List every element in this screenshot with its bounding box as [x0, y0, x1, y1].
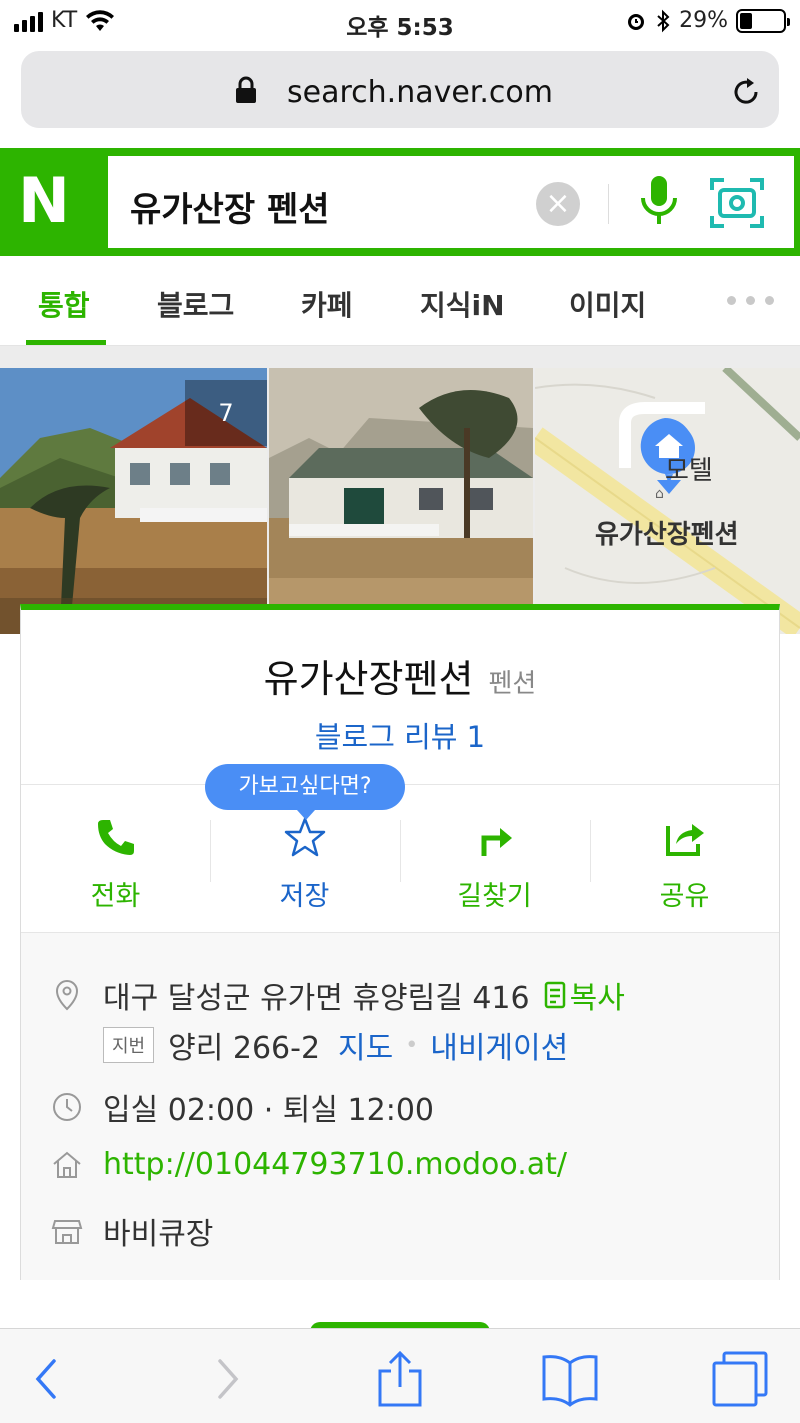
map-label-motel: 모텔 [665, 456, 713, 486]
save-tooltip[interactable]: 가보고싶다면? [205, 764, 405, 820]
jibun-badge: 지번 [103, 1027, 155, 1063]
naver-search-header: N 유가산장 펜션 × [0, 148, 800, 256]
back-arrow-icon[interactable] [18, 1349, 78, 1409]
battery-percent: 29% [679, 8, 728, 33]
url-value: search.naver.com [287, 75, 553, 110]
bluetooth-icon [657, 9, 670, 32]
reload-icon[interactable] [729, 75, 763, 109]
alarm-icon [628, 13, 645, 30]
call-button[interactable]: 전화 [21, 790, 210, 930]
directions-label: 길찾기 [457, 881, 532, 912]
amenity-text: 바비큐장 [103, 1217, 214, 1252]
svg-text:⌂: ⌂ [655, 486, 664, 502]
bookmarks-icon[interactable] [540, 1349, 600, 1409]
store-icon [51, 1220, 83, 1244]
tab-image[interactable]: 이미지 [569, 284, 646, 324]
action-bar: 전화 저장 길찾기 공유 [21, 790, 779, 930]
tab-cafe[interactable]: 카페 [301, 284, 353, 324]
clock-icon [53, 1093, 81, 1121]
amenity-row: 바비큐장 [51, 1209, 213, 1253]
share-sheet-icon[interactable] [370, 1349, 430, 1409]
browser-address-area: search.naver.com [0, 44, 800, 148]
address-bar[interactable]: search.naver.com [21, 51, 779, 128]
place-name[interactable]: 유가산장펜션 [264, 657, 474, 701]
pension-photo-image [269, 368, 533, 634]
clear-search-button[interactable]: × [536, 182, 580, 226]
share-icon [666, 824, 704, 856]
road-address: 대구 달성군 유가면 휴양림길 416 [103, 981, 530, 1016]
search-tabs: 통합 블로그 카페 지식iN 이미지 [0, 256, 800, 346]
url-text: search.naver.com [21, 75, 779, 110]
active-tab-indicator [26, 340, 106, 345]
battery-icon [736, 8, 790, 33]
copy-address-button[interactable]: 복사 [544, 973, 625, 1017]
copy-label: 복사 [569, 981, 625, 1016]
place-card: 유가산장펜션 펜션 블로그 리뷰 1 전화 저장 길찾기 공유 가보고싶다면? … [20, 604, 780, 1280]
jibun-row: 지번 양리 266-2 지도 • 내비게이션 [103, 1023, 568, 1067]
browser-toolbar [0, 1328, 800, 1423]
jibun-address: 양리 266-2 [168, 1031, 321, 1066]
hours-row: 입실 02:00 · 퇴실 12:00 [51, 1085, 434, 1129]
share-label: 공유 [659, 881, 710, 912]
check-in-out-hours: 입실 02:00 · 퇴실 12:00 [103, 1093, 434, 1128]
navigation-link[interactable]: 내비게이션 [430, 1023, 568, 1067]
place-photo-2[interactable] [269, 368, 533, 634]
place-category: 펜션 [488, 669, 537, 699]
separator-dot: • [405, 1032, 419, 1058]
save-label: 저장 [279, 881, 330, 912]
section-gap [0, 346, 800, 368]
location-pin-icon [55, 979, 79, 1011]
smart-lens-icon[interactable] [710, 178, 764, 228]
map-label-place: 유가산장펜션 [595, 520, 739, 550]
microphone-icon[interactable] [636, 174, 682, 230]
tab-integrated[interactable]: 통합 [38, 284, 90, 324]
directions-icon [481, 828, 512, 856]
more-tabs-icon[interactable] [727, 296, 774, 305]
place-map-thumbnail[interactable]: ⌂ 모텔 유가산장펜션 [535, 368, 800, 634]
tabs-icon[interactable] [710, 1349, 770, 1409]
homepage-link[interactable]: http://01044793710.modoo.at/ [103, 1147, 567, 1182]
call-label: 전화 [90, 881, 141, 912]
directions-button[interactable]: 길찾기 [400, 790, 589, 930]
blog-review-link[interactable]: 블로그 리뷰 1 [21, 714, 779, 756]
copy-icon [544, 981, 565, 1009]
home-icon [53, 1151, 81, 1178]
homepage-row: http://01044793710.modoo.at/ [51, 1147, 567, 1182]
photo-count-badge: 7 [185, 380, 267, 446]
map-image: ⌂ [535, 368, 800, 634]
place-gallery: 7 ⌂ 모텔 유가산장펜션 [0, 368, 800, 634]
search-input[interactable]: 유가산장 펜션 [130, 182, 330, 231]
phone-icon [98, 820, 134, 855]
status-bar: KT 오후 5:53 29% [0, 0, 800, 44]
star-icon [284, 817, 326, 857]
divider [608, 184, 609, 224]
place-photo-1[interactable]: 7 [0, 368, 267, 634]
map-link[interactable]: 지도 [338, 1023, 393, 1067]
tab-kin[interactable]: 지식iN [420, 284, 505, 324]
place-heading: 유가산장펜션 펜션 [21, 648, 779, 703]
naver-logo[interactable]: N [18, 168, 88, 234]
place-info: 대구 달성군 유가면 휴양림길 416 복사 지번 양리 266-2 지도 • … [21, 932, 779, 1280]
battery-fill [740, 12, 753, 29]
share-button[interactable]: 공유 [590, 790, 779, 930]
status-right: 29% [625, 8, 790, 33]
search-box[interactable]: 유가산장 펜션 × [108, 156, 794, 248]
forward-arrow-icon[interactable] [196, 1349, 256, 1409]
tab-blog[interactable]: 블로그 [157, 284, 234, 324]
address-row: 대구 달성군 유가면 휴양림길 416 복사 [51, 973, 625, 1017]
